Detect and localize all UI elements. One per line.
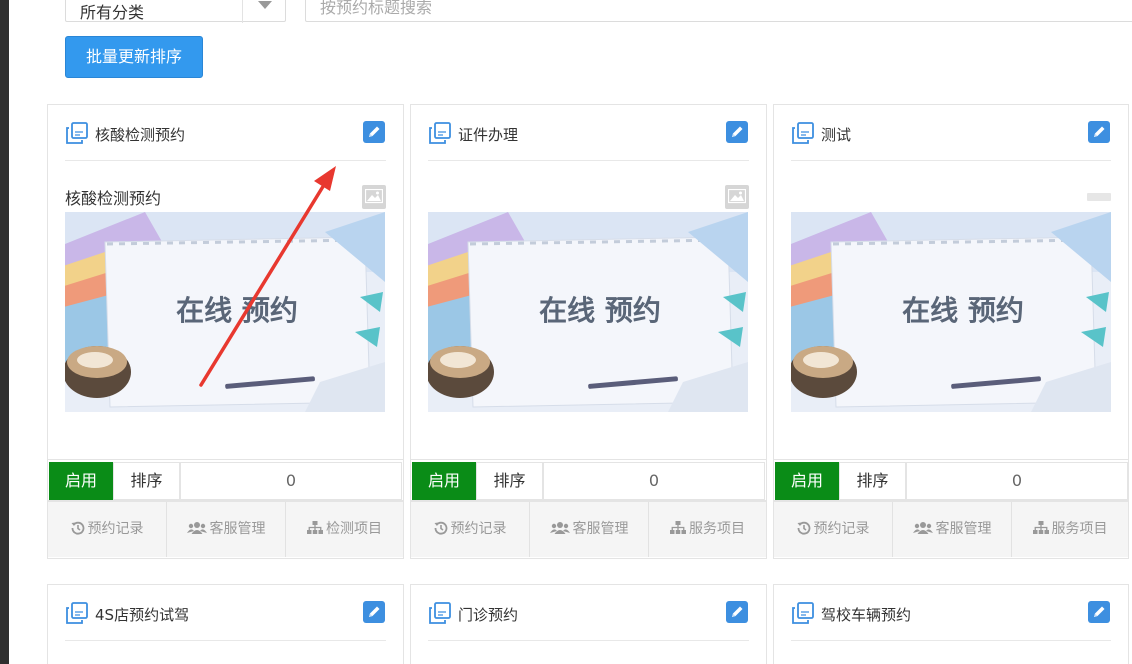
appointment-card: 证件办理 在线 预约 启用 排序 0 预约记录 客服管理 服务项目 [410,104,767,559]
pencil-icon [1094,126,1105,137]
left-edge-bar [0,0,9,664]
items-button[interactable]: 服务项目 [648,502,766,557]
card-title: 测试 [821,126,852,144]
users-icon [549,521,570,534]
banner-text: 在线 预约 [902,294,1024,327]
select-divider [242,0,243,23]
card-actions: 预约记录 客服管理 服务项目 [774,501,1128,557]
enable-button[interactable]: 启用 [775,462,839,500]
card-title: 门诊预约 [458,606,519,624]
edit-button[interactable] [726,601,748,623]
copy-icon [66,602,88,624]
enable-button[interactable]: 启用 [49,462,113,500]
pencil-icon [1094,606,1105,617]
sitemap-icon [1032,520,1049,534]
action-label: 预约记录 [813,521,870,537]
edit-button[interactable] [363,601,385,623]
pencil-icon [732,606,743,617]
action-label: 客服管理 [572,521,629,537]
action-label: 预约记录 [450,521,507,537]
users-icon [912,521,933,534]
action-label: 预约记录 [87,521,144,537]
copy-icon [792,602,814,624]
action-label: 客服管理 [209,521,266,537]
customer-service-button[interactable]: 客服管理 [529,502,648,557]
sort-input[interactable]: 0 [180,462,402,500]
card-subtitle: 核酸检测预约 [65,189,162,208]
history-icon [797,521,810,535]
sort-row: 启用 排序 0 [48,459,403,501]
image-thumbnail[interactable] [1087,193,1111,201]
pencil-icon [369,606,380,617]
card-header: 证件办理 [428,105,749,161]
card-title: 证件办理 [458,126,519,144]
image-icon[interactable] [725,185,749,209]
copy-icon [66,122,88,144]
appointment-records-button[interactable]: 预约记录 [48,502,166,557]
banner-text: 在线 预约 [539,294,661,327]
copy-icon [792,122,814,144]
sitemap-icon [670,520,686,534]
appointment-card: 4S店预约试驾 [47,584,404,664]
search-input[interactable] [305,0,1132,22]
sort-row: 启用 排序 0 [411,459,766,501]
appointment-banner-image: 在线 预约 [65,212,385,412]
customer-service-button[interactable]: 客服管理 [166,502,285,557]
action-label: 服务项目 [689,521,745,537]
card-title: 核酸检测预约 [95,126,186,144]
appointment-card: 驾校车辆预约 [773,584,1129,664]
action-label: 检测项目 [326,521,382,537]
card-header: 核酸检测预约 [65,105,386,161]
sitemap-icon [307,520,323,534]
copy-icon [429,602,451,624]
items-button[interactable]: 检测项目 [285,502,403,557]
users-icon [186,521,207,534]
chevron-down-icon[interactable] [258,1,272,9]
card-actions: 预约记录 客服管理 服务项目 [411,501,766,557]
card-title: 驾校车辆预约 [821,606,912,624]
image-icon[interactable] [362,185,386,209]
history-icon [71,521,84,535]
appointment-banner-image: 在线 预约 [791,212,1111,412]
enable-button[interactable]: 启用 [412,462,476,500]
edit-button[interactable] [363,121,385,143]
items-button[interactable]: 服务项目 [1011,502,1128,557]
action-label: 客服管理 [935,521,992,537]
card-header: 4S店预约试驾 [65,585,386,641]
card-header: 测试 [791,105,1111,161]
card-header: 驾校车辆预约 [791,585,1111,641]
sort-label: 排序 [113,462,180,500]
pencil-icon [369,126,380,137]
banner-text: 在线 预约 [176,294,298,327]
action-label: 服务项目 [1051,521,1108,537]
history-icon [434,521,447,535]
card-title: 4S店预约试驾 [95,606,190,624]
pencil-icon [732,126,743,137]
card-header: 门诊预约 [428,585,749,641]
category-select[interactable]: 所有分类 [65,0,286,23]
sort-label: 排序 [839,462,906,500]
appointment-records-button[interactable]: 预约记录 [774,502,892,557]
sort-row: 启用 排序 0 [774,459,1128,501]
sort-input[interactable]: 0 [543,462,765,500]
batch-update-sort-button[interactable]: 批量更新排序 [65,36,203,78]
appointment-records-button[interactable]: 预约记录 [411,502,529,557]
sort-label: 排序 [476,462,543,500]
edit-button[interactable] [1088,601,1110,623]
edit-button[interactable] [726,121,748,143]
appointment-card: 门诊预约 [410,584,767,664]
card-actions: 预约记录 客服管理 检测项目 [48,501,403,557]
category-select-value: 所有分类 [80,3,145,22]
sort-input[interactable]: 0 [906,462,1128,500]
appointment-banner-image: 在线 预约 [428,212,748,412]
copy-icon [429,122,451,144]
customer-service-button[interactable]: 客服管理 [892,502,1011,557]
appointment-card: 核酸检测预约 核酸检测预约 在线 预约 启用 排序 0 预约记录 客服管理 检测… [47,104,404,559]
appointment-card: 测试 在线 预约 启用 排序 0 预约记录 客服管理 服务项目 [773,104,1129,559]
edit-button[interactable] [1088,121,1110,143]
